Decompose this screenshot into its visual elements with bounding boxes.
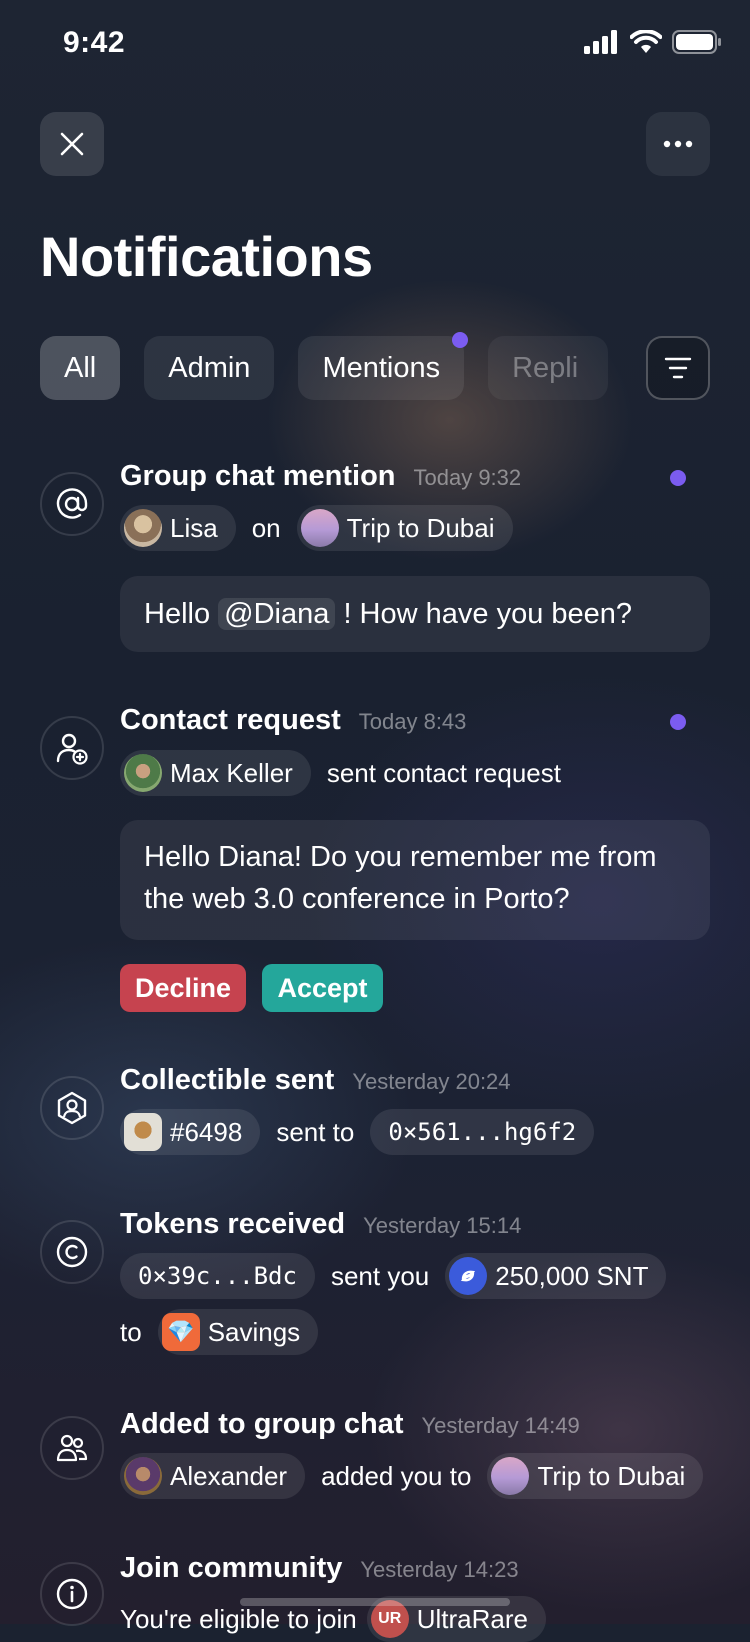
status-time: 9:42 xyxy=(63,26,126,59)
tab-mentions-label: Mentions xyxy=(322,351,441,384)
notification-title: Tokens received xyxy=(120,1208,346,1240)
collectible-id: #6498 xyxy=(170,1116,243,1147)
close-icon xyxy=(60,132,84,156)
notification-title: Group chat mention xyxy=(120,460,396,492)
notification-context: 0×39c...Bdc sent you 250,000 SNT xyxy=(120,1253,667,1299)
connector-text: to xyxy=(120,1316,142,1347)
notification-context: Lisa on Trip to Dubai xyxy=(120,505,513,551)
mention-icon xyxy=(40,472,104,536)
notification-header: Added to group chat Yesterday 14:49 xyxy=(120,1408,580,1441)
savings-account-icon: 💎 xyxy=(161,1313,200,1351)
connector-text: added you to xyxy=(321,1460,472,1491)
notification-title: Contact request xyxy=(120,704,341,736)
notification-time: Yesterday 15:14 xyxy=(363,1213,522,1238)
connector-text: sent to xyxy=(276,1116,355,1147)
decline-button[interactable]: Decline xyxy=(120,964,246,1012)
user-name: Alexander xyxy=(170,1460,288,1491)
chat-avatar xyxy=(300,509,339,547)
signal-icon xyxy=(584,30,617,54)
token-amount: 250,000 SNT xyxy=(495,1260,649,1291)
connector-text: sent you xyxy=(330,1260,430,1291)
mention-tag[interactable]: @Diana xyxy=(218,598,336,630)
notification-context: Max Keller sent contact request xyxy=(120,750,567,796)
collectible-thumbnail xyxy=(124,1113,162,1151)
token-tag[interactable]: 250,000 SNT xyxy=(445,1253,667,1299)
tab-replies[interactable]: Repli xyxy=(488,336,609,400)
community-text: You're eligible to join xyxy=(120,1603,357,1634)
accept-button[interactable]: Accept xyxy=(262,964,383,1012)
unread-dot xyxy=(670,470,686,486)
chat-name: Trip to Dubai xyxy=(537,1460,686,1491)
status-icons xyxy=(584,30,722,54)
filter-tabs: All Admin Mentions Repli xyxy=(40,332,609,400)
chat-tag[interactable]: Trip to Dubai xyxy=(296,505,513,551)
unread-dot xyxy=(670,714,686,730)
notification-header: Collectible sent Yesterday 20:24 xyxy=(120,1064,511,1097)
notification-context: Alexander added you to Trip to Dubai xyxy=(120,1453,704,1499)
message-text: Hello xyxy=(144,598,211,630)
page-title: Notifications xyxy=(40,225,373,288)
notification-time: Yesterday 20:24 xyxy=(352,1069,511,1094)
collectible-icon xyxy=(40,1076,104,1140)
filter-button[interactable] xyxy=(646,336,710,400)
avatar xyxy=(124,509,162,547)
notification-header: Contact request Today 8:43 xyxy=(120,704,466,737)
notification-title: Join community xyxy=(120,1552,343,1584)
more-options-button[interactable] xyxy=(646,112,710,176)
filter-icon xyxy=(664,357,692,379)
collectible-tag[interactable]: #6498 xyxy=(120,1109,261,1155)
unread-dot xyxy=(452,332,469,348)
address-tag[interactable]: 0×561...hg6f2 xyxy=(370,1109,595,1155)
user-tag[interactable]: Alexander xyxy=(120,1453,306,1499)
notification-context: to 💎 Savings xyxy=(120,1309,319,1355)
notification-title: Collectible sent xyxy=(120,1064,335,1096)
home-indicator[interactable] xyxy=(240,1598,510,1606)
notification-header: Tokens received Yesterday 15:14 xyxy=(120,1208,521,1241)
more-icon xyxy=(663,140,693,148)
notification-time: Yesterday 14:49 xyxy=(421,1413,580,1438)
notification-time: Today 8:43 xyxy=(358,709,467,734)
avatar xyxy=(124,754,162,792)
chat-name: Trip to Dubai xyxy=(346,512,495,543)
wifi-icon xyxy=(630,30,662,53)
notification-time: Yesterday 14:23 xyxy=(360,1557,519,1582)
notification-title: Added to group chat xyxy=(120,1408,404,1440)
user-tag[interactable]: Max Keller xyxy=(120,750,311,796)
notification-time: Today 9:32 xyxy=(413,465,522,490)
tab-admin[interactable]: Admin xyxy=(144,336,275,400)
account-name: Savings xyxy=(207,1316,301,1347)
chat-avatar xyxy=(491,1457,530,1495)
notification-header: Join community Yesterday 14:23 xyxy=(120,1552,519,1585)
snt-token-icon xyxy=(449,1257,488,1295)
add-contact-icon xyxy=(40,716,104,780)
tab-mentions[interactable]: Mentions xyxy=(298,332,469,400)
group-icon xyxy=(40,1416,104,1480)
connector-text: on xyxy=(251,512,281,543)
address-tag[interactable]: 0×39c...Bdc xyxy=(120,1253,315,1299)
notification-context: #6498 sent to 0×561...hg6f2 xyxy=(120,1109,595,1155)
user-name: Max Keller xyxy=(170,757,293,788)
community-name: UltraRare xyxy=(416,1603,528,1634)
message-bubble[interactable]: Hello Diana! Do you remember me from the… xyxy=(120,820,710,940)
message-text: ! How have you been? xyxy=(343,598,633,630)
avatar xyxy=(124,1457,162,1495)
info-icon xyxy=(40,1562,104,1626)
coin-icon xyxy=(40,1220,104,1284)
close-button[interactable] xyxy=(40,112,104,176)
tab-all[interactable]: All xyxy=(40,336,121,400)
account-tag[interactable]: 💎 Savings xyxy=(157,1309,319,1355)
action-text: sent contact request xyxy=(326,757,561,788)
user-tag[interactable]: Lisa xyxy=(120,505,236,551)
user-name: Lisa xyxy=(170,512,218,543)
chat-tag[interactable]: Trip to Dubai xyxy=(487,1453,704,1499)
battery-icon xyxy=(672,30,721,54)
notification-header: Group chat mention Today 9:32 xyxy=(120,460,521,493)
message-bubble[interactable]: Hello @Diana ! How have you been? xyxy=(120,576,710,652)
